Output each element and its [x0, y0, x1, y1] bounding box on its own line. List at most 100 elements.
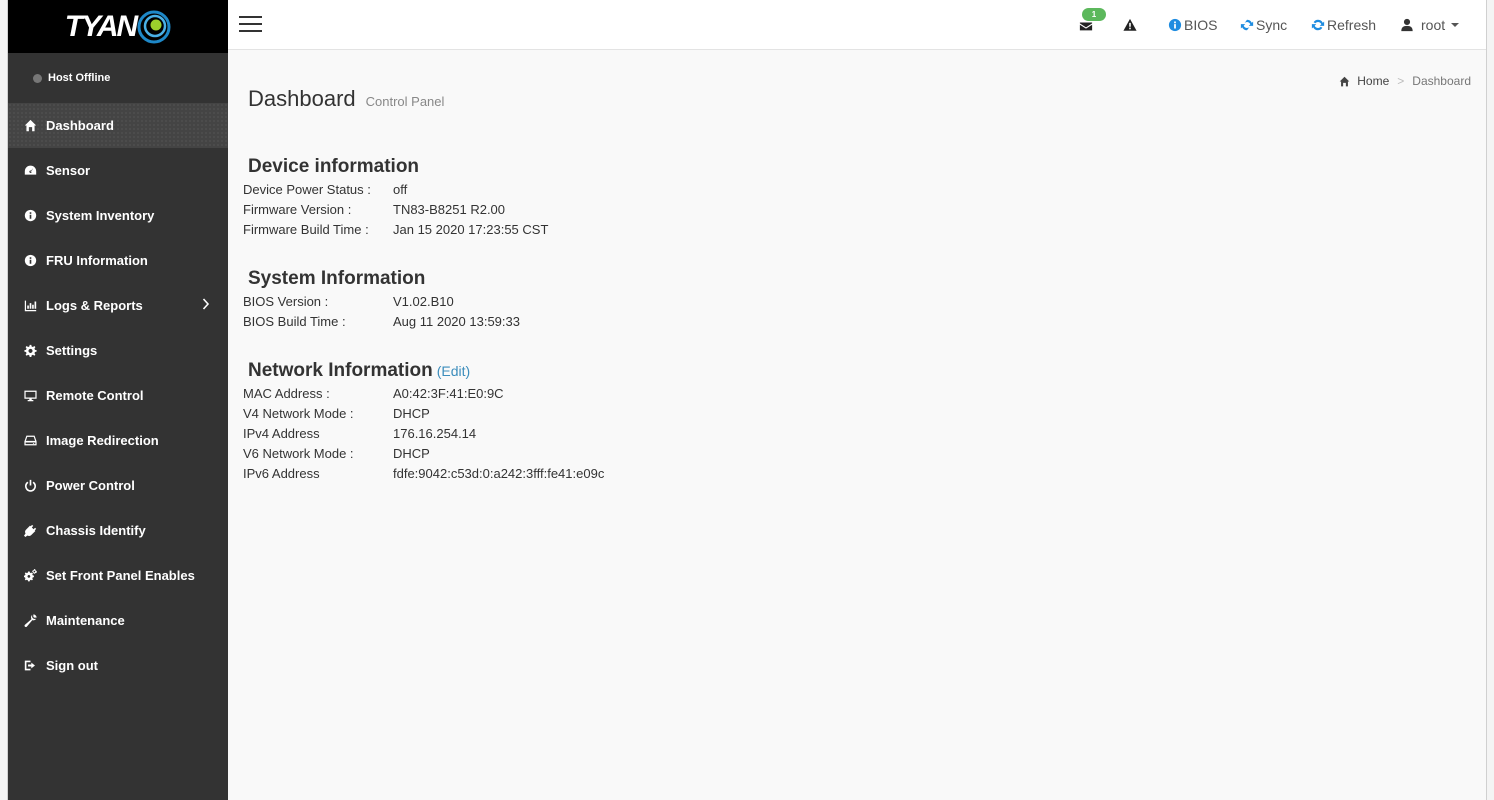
sidebar-item-image-redirection[interactable]: Image Redirection: [8, 418, 228, 463]
info-key: V6 Network Mode :: [243, 446, 354, 461]
sidebar-item-sensor[interactable]: Sensor: [8, 148, 228, 193]
bar-chart-icon: [23, 298, 38, 313]
sidebar-item-label: System Inventory: [46, 208, 155, 223]
sidebar-item-logs-reports[interactable]: Logs & Reports: [8, 283, 228, 328]
host-status-dot: [33, 73, 42, 83]
system-information-heading: System Information: [248, 268, 426, 289]
info-row: Firmware Build Time : Jan 15 2020 17:23:5…: [243, 220, 548, 240]
sidebar-item-label: Remote Control: [46, 388, 144, 403]
info-key: MAC Address :: [243, 386, 330, 401]
top-navbar: 1 BIOS Sync Refresh root: [228, 0, 1486, 50]
page-title: Dashboard: [248, 86, 356, 111]
info-key: IPv6 Address: [243, 466, 320, 481]
sidebar-item-label: Maintenance: [46, 613, 125, 628]
info-value: A0:42:3F:41:E0:9C: [393, 386, 504, 401]
hamburger-line: [239, 16, 262, 18]
info-row: BIOS Build Time : Aug 11 2020 13:59:33: [243, 312, 520, 332]
user-icon: [1401, 18, 1413, 32]
breadcrumb-current: Dashboard: [1412, 74, 1471, 88]
hamburger-line: [239, 23, 262, 25]
messages-button[interactable]: 1: [1079, 0, 1106, 50]
info-value: V1.02.B10: [393, 294, 454, 309]
sidebar-toggle-button[interactable]: [239, 16, 262, 34]
hamburger-line: [239, 30, 262, 32]
sidebar-item-label: Dashboard: [46, 118, 114, 133]
plug-icon: [23, 523, 38, 538]
sidebar-item-maintenance[interactable]: Maintenance: [8, 598, 228, 643]
sidebar-item-sign-out[interactable]: Sign out: [8, 643, 228, 688]
bios-label: BIOS: [1184, 17, 1218, 33]
info-row: V4 Network Mode : DHCP: [243, 404, 604, 424]
sidebar-nav: Dashboard Sensor System Inventory FRU In…: [8, 103, 228, 688]
network-information-heading-row: Network Information (Edit): [248, 358, 604, 384]
page-subtitle: Control Panel: [365, 94, 445, 109]
sync-icon: [1240, 19, 1254, 31]
edit-network-link[interactable]: (Edit): [437, 363, 470, 379]
power-icon: [23, 478, 38, 493]
sidebar-item-label: Chassis Identify: [46, 523, 146, 538]
host-status-label: Host Offline: [48, 72, 111, 84]
info-value: Aug 11 2020 13:59:33: [393, 314, 520, 329]
device-information-heading: Device information: [248, 156, 420, 177]
sync-button[interactable]: Sync: [1240, 0, 1287, 50]
breadcrumb-home-label: Home: [1357, 74, 1390, 88]
info-row: BIOS Version : V1.02.B10: [243, 292, 520, 312]
sidebar-item-remote-control[interactable]: Remote Control: [8, 373, 228, 418]
caret-down-icon: [1451, 23, 1460, 27]
dashboard-gauge-icon: [23, 163, 38, 178]
info-row: IPv4 Address 176.16.254.14: [243, 424, 604, 444]
sidebar-item-power-control[interactable]: Power Control: [8, 463, 228, 508]
sidebar: TYAN Host Offline Dashboard Sensor Syste…: [8, 0, 228, 800]
sidebar-item-settings[interactable]: Settings: [8, 328, 228, 373]
info-row: Firmware Version : TN83-B8251 R2.00: [243, 200, 548, 220]
user-name-label: root: [1421, 17, 1446, 33]
system-information-section: System Information BIOS Version : V1.02.B…: [243, 266, 520, 332]
info-key: Firmware Version :: [243, 202, 352, 217]
sidebar-item-label: Settings: [46, 343, 98, 358]
info-value: DHCP: [393, 406, 430, 421]
network-information-section: Network Information (Edit) MAC Address : A…: [243, 358, 604, 484]
alerts-button[interactable]: [1123, 0, 1137, 50]
main-content: Dashboard Control Panel Home > Dashboard…: [228, 50, 1486, 800]
gears-icon: [23, 568, 38, 583]
breadcrumb: Home > Dashboard: [1339, 74, 1471, 88]
messages-count-badge: 1: [1082, 8, 1106, 21]
tyan-logo[interactable]: TYAN: [65, 10, 171, 44]
info-row: Device Power Status : off: [243, 180, 548, 200]
info-value: TN83-B8251 R2.00: [393, 202, 506, 217]
user-menu-button[interactable]: root: [1400, 0, 1460, 50]
refresh-icon: [1311, 19, 1325, 31]
wrench-icon: [23, 613, 38, 628]
home-icon: [1339, 76, 1350, 86]
info-circle-icon: [23, 208, 38, 223]
info-key: BIOS Version :: [243, 294, 329, 309]
logo-text: TYAN: [64, 9, 138, 43]
breadcrumb-home-link[interactable]: Home: [1339, 74, 1389, 88]
window-frame-right: [1486, 0, 1494, 800]
info-key: Firmware Build Time :: [243, 222, 369, 237]
info-value: Jan 15 2020 17:23:55 CST: [393, 222, 549, 237]
info-row: V6 Network Mode : DHCP: [243, 444, 604, 464]
bios-button[interactable]: BIOS: [1168, 0, 1217, 50]
page-header: Dashboard Control Panel: [248, 86, 444, 112]
sidebar-item-fru-information[interactable]: FRU Information: [8, 238, 228, 283]
sidebar-item-dashboard[interactable]: Dashboard: [8, 103, 228, 148]
sidebar-item-system-inventory[interactable]: System Inventory: [8, 193, 228, 238]
sidebar-item-chassis-identify[interactable]: Chassis Identify: [8, 508, 228, 553]
sidebar-item-front-panel-enables[interactable]: Set Front Panel Enables: [8, 553, 228, 598]
sidebar-item-label: Power Control: [46, 478, 135, 493]
sidebar-item-label: Image Redirection: [46, 433, 159, 448]
sync-label: Sync: [1256, 17, 1288, 33]
info-value: 176.16.254.14: [393, 426, 477, 441]
sidebar-item-label: Logs & Reports: [46, 298, 143, 313]
sidebar-item-label: Set Front Panel Enables: [46, 568, 195, 583]
breadcrumb-separator: >: [1397, 74, 1405, 88]
sign-out-icon: [23, 658, 38, 673]
info-key: V4 Network Mode :: [243, 406, 354, 421]
warning-triangle-icon: [1123, 18, 1137, 31]
sidebar-item-label: FRU Information: [46, 253, 148, 268]
window-frame-left: [0, 0, 8, 800]
info-row: IPv6 Address fdfe:9042:c53d:0:a242:3fff:f…: [243, 464, 604, 484]
refresh-button[interactable]: Refresh: [1311, 0, 1376, 50]
network-information-heading: Network Information: [248, 360, 433, 381]
